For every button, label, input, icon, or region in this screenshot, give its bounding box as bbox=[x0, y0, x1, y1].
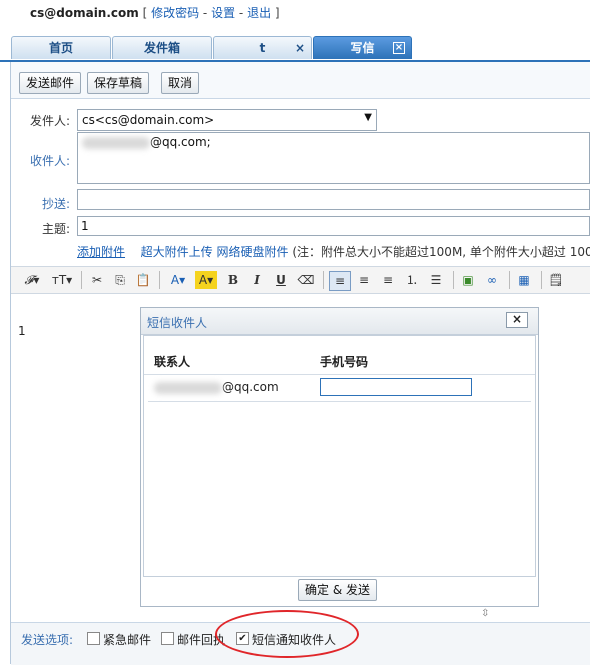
to-recipient-suffix: @qq.com; bbox=[150, 135, 211, 149]
to-label[interactable]: 收件人: bbox=[10, 152, 70, 169]
from-value: cs<cs@domain.com> bbox=[82, 113, 215, 127]
align-right-icon[interactable]: ≡ bbox=[379, 271, 397, 289]
close-icon[interactable]: × bbox=[295, 37, 305, 59]
underline-icon[interactable]: U bbox=[273, 271, 289, 289]
tab-label: 发件箱 bbox=[143, 41, 180, 55]
cancel-button[interactable]: 取消 bbox=[161, 72, 200, 94]
logout-link[interactable]: 退出 bbox=[247, 6, 271, 20]
bracket-open: [ bbox=[138, 6, 152, 20]
highlight-color-icon[interactable]: A▾ bbox=[195, 271, 217, 289]
cut-icon[interactable]: ✂ bbox=[88, 271, 106, 289]
sms-recipient-dialog: 短信收件人 × 联系人 手机号码 @qq.com 确定 & 发送 bbox=[140, 307, 539, 607]
cc-label[interactable]: 抄送: bbox=[10, 195, 70, 212]
align-left-icon[interactable]: ≡ bbox=[329, 271, 351, 291]
link-icon[interactable]: ∞ bbox=[483, 271, 501, 289]
cc-field[interactable] bbox=[77, 189, 590, 210]
send-options-label: 发送选项: bbox=[21, 633, 74, 647]
tab-label: t bbox=[259, 41, 266, 55]
source-code-icon[interactable]: 🗒 bbox=[547, 271, 565, 289]
receipt-checkbox[interactable] bbox=[161, 632, 174, 645]
annotation-circle bbox=[215, 610, 359, 658]
insert-image-icon[interactable]: ▣ bbox=[459, 271, 477, 289]
table-icon[interactable]: ▦ bbox=[515, 271, 533, 289]
close-icon[interactable]: × bbox=[393, 42, 405, 54]
font-color-icon[interactable]: A▾ bbox=[167, 271, 189, 289]
toolbar-separator bbox=[323, 271, 324, 289]
tab-t[interactable]: t × bbox=[213, 36, 312, 59]
tab-label: 写信 bbox=[350, 41, 375, 55]
separator-dash: - bbox=[199, 6, 212, 20]
font-family-icon[interactable]: 𝓕▾ bbox=[21, 271, 43, 289]
to-recipient: @qq.com; bbox=[82, 135, 211, 149]
separator-dash: - bbox=[235, 6, 248, 20]
paste-icon[interactable]: 📋 bbox=[134, 271, 152, 289]
copy-icon[interactable]: ⎘ bbox=[111, 271, 129, 289]
toolbar-separator bbox=[453, 271, 454, 289]
resize-handle-icon[interactable]: ⇳ bbox=[481, 608, 489, 619]
account-email: cs@domain.com bbox=[30, 6, 139, 20]
align-center-icon[interactable]: ≡ bbox=[355, 271, 373, 289]
dialog-title: 短信收件人 bbox=[147, 316, 208, 330]
urgent-checkbox[interactable] bbox=[87, 632, 100, 645]
confirm-send-button[interactable]: 确定 & 发送 bbox=[298, 579, 377, 601]
col-phone: 手机号码 bbox=[320, 355, 369, 369]
subject-field[interactable]: 1 bbox=[77, 216, 590, 236]
dialog-body: 联系人 手机号码 @qq.com bbox=[143, 335, 536, 577]
to-field[interactable]: @qq.com; bbox=[77, 132, 590, 184]
redacted-blur bbox=[82, 136, 150, 149]
col-contact: 联系人 bbox=[154, 355, 191, 369]
redacted-blur bbox=[154, 381, 222, 394]
save-draft-button[interactable]: 保存草稿 bbox=[87, 72, 150, 94]
attachment-row: 添加附件 超大附件上传 网络硬盘附件 (注：附件总大小不能超过100M, 单个附… bbox=[77, 243, 590, 260]
font-size-icon[interactable]: тT▾ bbox=[51, 271, 73, 289]
dialog-titlebar: 短信收件人 × bbox=[141, 308, 538, 335]
netdisk-attachment-link[interactable]: 网络硬盘附件 bbox=[217, 245, 289, 259]
from-select[interactable]: cs<cs@domain.com> ▼ bbox=[77, 109, 377, 131]
ordered-list-icon[interactable]: ⒈ bbox=[403, 271, 421, 289]
unordered-list-icon[interactable]: ☰ bbox=[427, 271, 445, 289]
italic-icon[interactable]: I bbox=[249, 271, 265, 289]
send-button[interactable]: 发送邮件 bbox=[19, 72, 82, 94]
attachment-note: (注：附件总大小不能超过100M, 单个附件大小超过 100 bbox=[292, 245, 590, 259]
editor-toolbar: 𝓕▾ тT▾ ✂ ⎘ 📋 A▾ A▾ B I U ⌫ ≡ ≡ ≡ ⒈ ☰ ▣ ∞… bbox=[11, 266, 590, 294]
urgent-label: 紧急邮件 bbox=[103, 633, 152, 647]
bracket-close: ] bbox=[271, 6, 280, 20]
tab-outbox[interactable]: 发件箱 bbox=[112, 36, 212, 59]
close-icon[interactable]: × bbox=[506, 312, 528, 328]
contact-suffix: @qq.com bbox=[222, 380, 279, 394]
contact-cell: @qq.com bbox=[154, 380, 279, 394]
editor-body[interactable]: 1 bbox=[18, 324, 26, 338]
tab-bar: 首页 发件箱 t × 写信 × bbox=[0, 36, 590, 62]
tab-home[interactable]: 首页 bbox=[11, 36, 111, 59]
toolbar-separator bbox=[159, 271, 160, 289]
tab-label: 首页 bbox=[48, 41, 73, 55]
account-bar: cs@domain.com [ 修改密码 - 设置 - 退出 ] bbox=[30, 4, 280, 21]
compose-toolbar: 发送邮件 保存草稿 取消 bbox=[11, 62, 590, 99]
bold-icon[interactable]: B bbox=[225, 271, 241, 289]
subject-label: 主题: bbox=[41, 222, 70, 236]
subject-value: 1 bbox=[81, 219, 89, 233]
toolbar-separator bbox=[509, 271, 510, 289]
eraser-icon[interactable]: ⌫ bbox=[297, 271, 315, 289]
big-attachment-link[interactable]: 超大附件上传 bbox=[141, 245, 213, 259]
tab-compose[interactable]: 写信 × bbox=[313, 36, 412, 59]
settings-link[interactable]: 设置 bbox=[211, 6, 235, 20]
from-label: 发件人: bbox=[29, 114, 70, 128]
toolbar-separator bbox=[541, 271, 542, 289]
table-row: @qq.com bbox=[148, 375, 531, 402]
dropdown-arrow-icon: ▼ bbox=[364, 112, 372, 123]
change-password-link[interactable]: 修改密码 bbox=[151, 6, 199, 20]
toolbar-separator bbox=[81, 271, 82, 289]
phone-input[interactable] bbox=[320, 378, 472, 396]
table-header: 联系人 手机号码 bbox=[144, 350, 535, 375]
add-attachment-link[interactable]: 添加附件 bbox=[77, 245, 125, 259]
